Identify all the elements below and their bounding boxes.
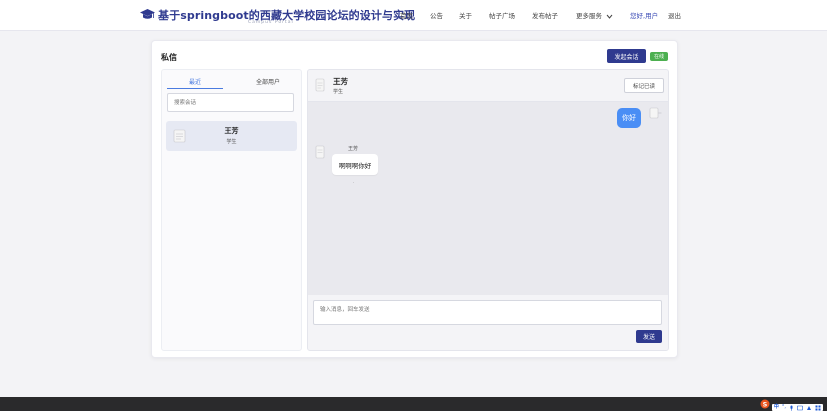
conversation-search-input[interactable] (167, 93, 294, 112)
new-conversation-button[interactable]: 发起会话 (607, 49, 646, 63)
sogou-ime-icon: S (760, 399, 770, 409)
send-button[interactable]: 发送 (636, 330, 662, 343)
nav-more-services[interactable]: 更多服务 (576, 10, 613, 20)
user-greeting[interactable]: 您好,用户 (630, 10, 658, 20)
chat-contact-role: 学生 (333, 89, 344, 95)
message-list: 你好 王芳 啊啊啊你好 · (308, 102, 668, 295)
nav-announcements[interactable]: 公告 (430, 10, 443, 20)
nav-home[interactable]: 首页 (400, 10, 413, 20)
message-sender-name: 王芳 (348, 146, 359, 152)
online-status-badge: 在线 (650, 52, 668, 61)
tab-recent[interactable]: 最近 (167, 74, 223, 89)
graduation-cap-icon (140, 9, 155, 19)
chat-header: 王芳 学生 标记已读 (308, 70, 668, 102)
ime-language-label: 中 (773, 404, 779, 410)
avatar (315, 145, 325, 159)
received-message-bubble: 啊啊啊你好 (332, 154, 378, 175)
mark-read-button[interactable]: 标记已读 (624, 78, 664, 93)
ime-punctuation-mode: °, (781, 404, 786, 410)
top-navigation-bar: 基于springboot的西藏大学校园论坛的设计与实现 Campus Porta… (0, 0, 827, 31)
nav-about[interactable]: 关于 (459, 10, 472, 20)
microphone-icon (790, 405, 793, 411)
message-composer: 发送 (308, 295, 668, 350)
site-subtitle: Campus Portal (248, 20, 294, 25)
message-timestamp: · (353, 180, 355, 185)
ime-tray[interactable]: S 中 °, (760, 399, 823, 411)
conversation-list-panel: 最近 全部用户 王芳 学生 (161, 69, 302, 351)
nav-publish-post[interactable]: 发布帖子 (532, 10, 558, 20)
conversation-role: 学生 (226, 139, 237, 145)
message-input[interactable] (313, 300, 662, 325)
sent-message-bubble: 你好 (617, 108, 641, 128)
chevron-down-icon (606, 14, 613, 19)
conversation-name: 王芳 (224, 127, 239, 135)
messages-card: 私信 发起会话 在线 最近 全部用户 王芳 学生 王芳 学生 (151, 40, 678, 358)
avatar (315, 78, 325, 92)
conversation-item[interactable]: 王芳 学生 (166, 121, 297, 151)
svg-text:S: S (763, 400, 768, 408)
keyboard-icon (797, 405, 803, 410)
avatar (649, 107, 662, 119)
chat-panel: 王芳 学生 标记已读 你好 王芳 啊啊啊你好 · 发送 (307, 69, 669, 351)
nav-post-square[interactable]: 帖子广场 (489, 10, 515, 20)
logout-link[interactable]: 退出 (668, 10, 681, 20)
tab-all-users[interactable]: 全部用户 (240, 74, 296, 88)
toolbox-icon (815, 405, 821, 410)
taskbar: S 中 °, (0, 397, 827, 411)
page-title: 私信 (161, 53, 177, 62)
nav-more-services-label: 更多服务 (576, 12, 602, 20)
skin-icon (807, 405, 811, 410)
chat-contact-name: 王芳 (333, 77, 348, 86)
